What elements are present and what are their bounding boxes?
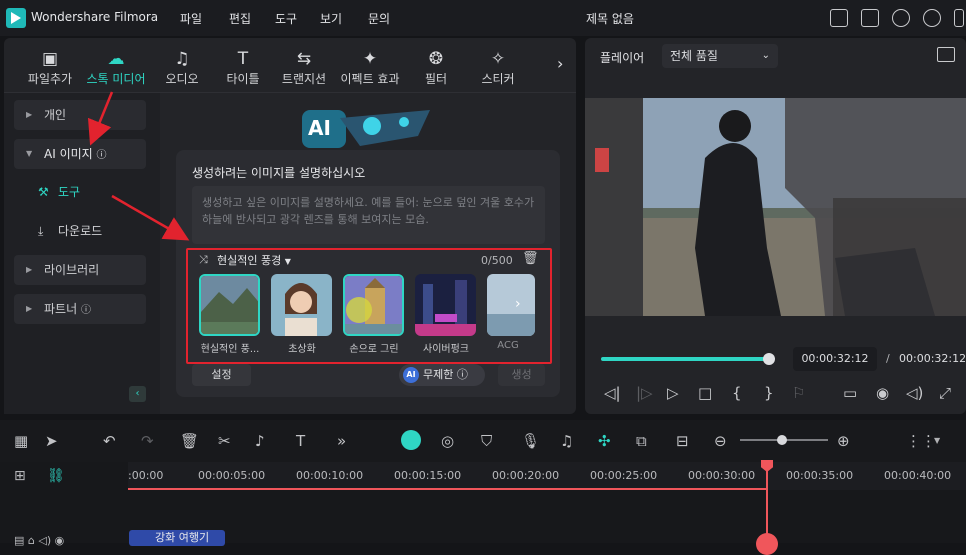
more-tools-icon[interactable]: » (337, 432, 346, 450)
zoom-handle[interactable] (777, 435, 787, 445)
track-settings-icon[interactable]: ⋮⋮ (906, 432, 936, 450)
help-icon: ⓘ (456, 368, 468, 381)
chevron-down-icon: ⌄ (761, 50, 770, 61)
fullscreen-icon[interactable]: ⤢ (939, 384, 951, 402)
style-label-hand-drawn: 손으로 그린 (349, 344, 399, 355)
settings-button[interactable]: 설정 (192, 364, 251, 386)
track-controls-icon[interactable]: ▤ ⌂ ◁) ◉ (14, 534, 64, 547)
link-icon[interactable]: ⛓ (47, 468, 65, 484)
play-icon[interactable]: ▷ (667, 384, 679, 402)
time-separator: / (886, 352, 890, 365)
cloud-upload-icon[interactable] (892, 9, 910, 27)
ruler-tick: :00:00 (128, 469, 164, 482)
style-label-cyberpunk: 사이버펑크 (423, 344, 469, 355)
ruler-tick: 00:00:30:00 (688, 469, 756, 482)
snap-icon[interactable]: ✣ (598, 432, 611, 450)
ruler-tick: 00:00:15:00 (394, 469, 462, 482)
generate-button[interactable]: 생성 (498, 364, 545, 386)
scopes-icon[interactable] (937, 47, 955, 62)
ruler-tick: 00:00:35:00 (786, 469, 854, 482)
ai-credit-icon: AI (403, 367, 419, 383)
zoom-in-icon[interactable]: ⊕ (837, 432, 850, 450)
audio-edit-icon[interactable]: ♪ (255, 432, 265, 450)
layout-grid-icon[interactable]: ▦ (14, 432, 28, 450)
annotation-arrows (87, 91, 190, 241)
select-tool-icon[interactable]: ➤ (45, 432, 58, 450)
apps-icon[interactable] (954, 9, 964, 27)
next-frame-icon[interactable]: |▷ (636, 384, 653, 402)
cut-icon[interactable]: ✂ (218, 432, 231, 450)
snapshot-icon[interactable]: ◉ (876, 384, 889, 402)
rendered-range (128, 488, 766, 490)
headset-icon[interactable] (923, 9, 941, 27)
auto-reframe-icon[interactable]: ⧉ (636, 432, 647, 450)
style-label-landscape: 현실적인 풍... (200, 344, 260, 355)
ruler-tick: 00:00:20:00 (492, 469, 560, 482)
caret-down-icon[interactable]: ▼ (934, 436, 940, 445)
mark-in-icon[interactable]: { (732, 384, 742, 402)
marker-icon[interactable]: ⚐ (792, 384, 805, 402)
add-track-icon[interactable]: ⊞ (14, 468, 26, 484)
delete-icon[interactable]: 🗑 (180, 432, 199, 450)
player-label: 플레이어 (600, 51, 645, 65)
style-label-acg: ACG (497, 340, 519, 351)
render-icon[interactable]: ◎ (441, 432, 454, 450)
layout-icon[interactable] (830, 9, 848, 27)
redo-icon[interactable]: ↷ (141, 432, 154, 450)
save-icon[interactable] (861, 9, 879, 27)
unlimited-credits[interactable]: AI 무제한 ⓘ (399, 364, 485, 386)
quality-select[interactable]: 전체 품질 ⌄ (662, 44, 778, 68)
text-tool-icon[interactable]: T (296, 432, 305, 450)
prev-frame-icon[interactable]: ◁| (604, 384, 621, 402)
display-icon[interactable]: ▭ (843, 384, 857, 402)
undo-icon[interactable]: ↶ (103, 432, 116, 450)
project-title: 제목 없음 (586, 12, 634, 26)
ruler-tick: 00:00:05:00 (198, 469, 266, 482)
video-clip[interactable]: 강화 여행기 (129, 530, 225, 546)
ruler-tick: 00:00:10:00 (296, 469, 364, 482)
mark-out-icon[interactable]: } (764, 384, 774, 402)
pip-icon[interactable]: ⊟ (676, 432, 689, 450)
style-label-portrait: 초상화 (288, 344, 316, 355)
total-time: 00:00:32:12 (899, 352, 966, 365)
video-preview (585, 98, 966, 316)
music-track-icon[interactable]: ♫ (560, 432, 573, 450)
ai-mate-icon[interactable] (401, 430, 421, 450)
collapse-sidebar-icon[interactable]: ‹ (129, 386, 146, 402)
help-icon: ⓘ (80, 305, 91, 316)
volume-icon[interactable]: ◁) (906, 384, 923, 402)
playback-handle[interactable] (763, 353, 775, 365)
playback-progress[interactable] (601, 357, 769, 361)
playhead-handle[interactable] (756, 533, 778, 555)
current-time[interactable]: 00:00:32:12 (793, 347, 877, 371)
stop-icon[interactable]: □ (698, 384, 712, 402)
shield-icon[interactable]: ⛉ (481, 432, 492, 450)
ruler-tick: 00:00:25:00 (590, 469, 658, 482)
ruler-tick: 00:00:40:00 (884, 469, 952, 482)
mic-icon[interactable]: 🎙 (521, 432, 540, 450)
zoom-out-icon[interactable]: ⊖ (714, 432, 727, 450)
